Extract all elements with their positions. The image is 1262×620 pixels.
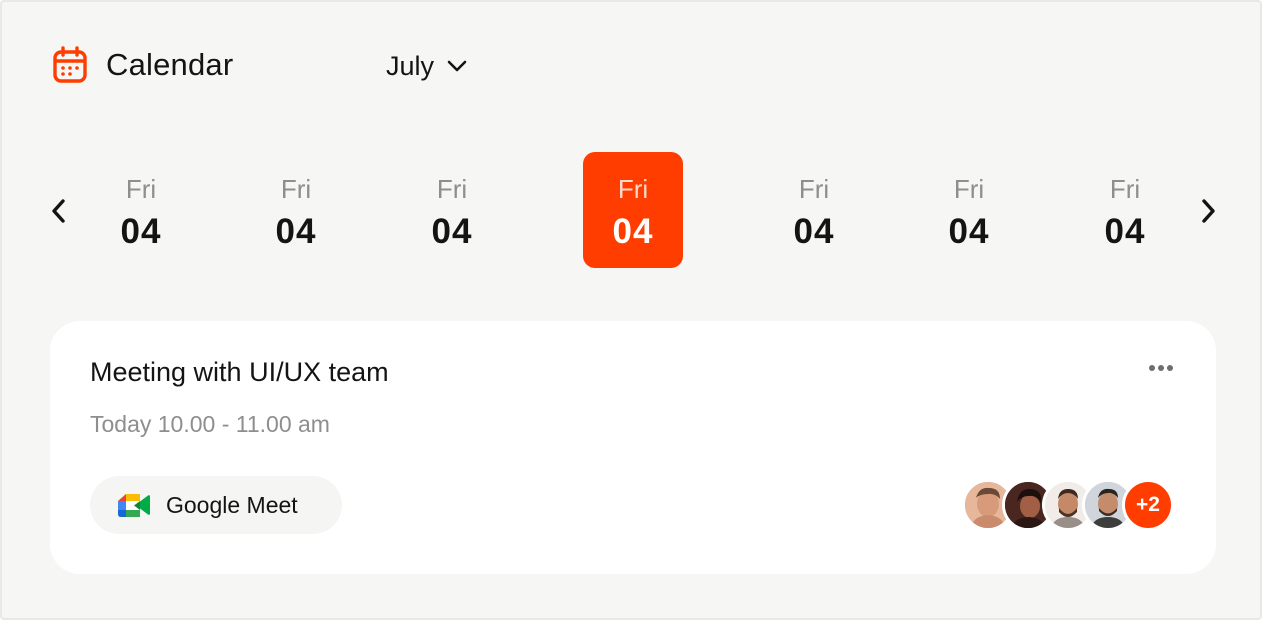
day-number: 04 — [948, 212, 990, 251]
day-number: 04 — [275, 212, 317, 251]
more-horizontal-icon — [1149, 365, 1155, 371]
day-number: 04 — [793, 212, 835, 251]
event-time: Today 10.00 - 11.00 am — [90, 411, 330, 437]
app-title: Calendar — [106, 47, 234, 82]
google-meet-icon — [118, 494, 150, 517]
chevron-left-icon — [52, 199, 65, 223]
chevron-right-icon — [1202, 199, 1215, 223]
day-weekday: Fri — [1109, 174, 1141, 204]
calendar-icon — [53, 46, 87, 83]
event-card[interactable]: Meeting with UI/UX team Today 10.00 - 11… — [50, 321, 1216, 574]
day-weekday: Fri — [617, 174, 649, 204]
day-4-selected[interactable]: Fri 04 — [583, 152, 683, 268]
day-number: 04 — [120, 212, 162, 251]
google-meet-label: Google Meet — [166, 491, 298, 518]
day-weekday: Fri — [436, 174, 468, 204]
day-5[interactable]: Fri 04 — [764, 152, 864, 268]
day-3[interactable]: Fri 04 — [402, 152, 502, 268]
month-label: July — [386, 51, 435, 81]
more-options-button[interactable] — [1144, 359, 1178, 377]
day-2[interactable]: Fri 04 — [246, 152, 346, 268]
day-weekday: Fri — [280, 174, 312, 204]
chevron-down-icon — [447, 60, 467, 72]
day-number: 04 — [1104, 212, 1146, 251]
next-week-button[interactable] — [1193, 194, 1223, 228]
google-meet-button[interactable]: Google Meet — [90, 476, 342, 534]
calendar-widget: Calendar July Fri 04 Fri 04 Fri 04 Fri 0… — [0, 0, 1262, 620]
prev-week-button[interactable] — [44, 194, 74, 228]
day-number: 04 — [612, 212, 654, 251]
day-1[interactable]: Fri 04 — [91, 152, 191, 268]
day-weekday: Fri — [953, 174, 985, 204]
event-title: Meeting with UI/UX team — [90, 357, 389, 387]
day-7[interactable]: Fri 04 — [1075, 152, 1175, 268]
day-6[interactable]: Fri 04 — [919, 152, 1019, 268]
day-weekday: Fri — [798, 174, 830, 204]
extra-attendees-badge: +2 — [1122, 479, 1174, 531]
day-weekday: Fri — [125, 174, 157, 204]
month-dropdown[interactable]: July — [386, 46, 468, 86]
day-number: 04 — [431, 212, 473, 251]
